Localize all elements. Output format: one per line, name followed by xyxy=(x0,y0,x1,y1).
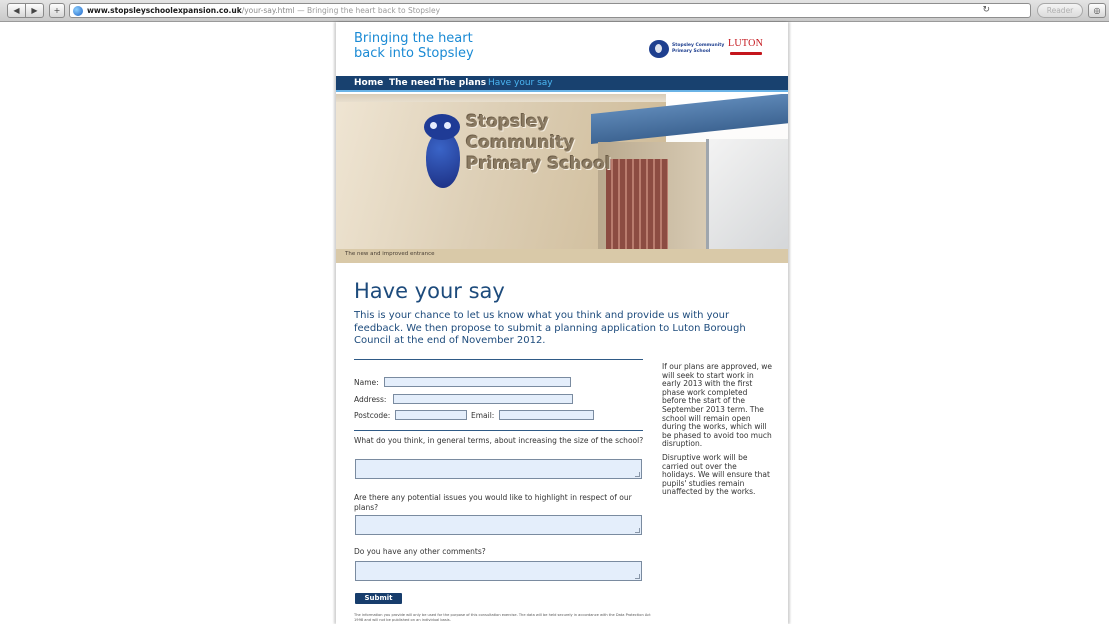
postcode-field[interactable] xyxy=(395,410,467,420)
council-logo-text: LUTON xyxy=(728,38,764,49)
owl-eye-right xyxy=(442,120,453,131)
downloads-button[interactable]: ◎ xyxy=(1088,3,1106,18)
nav-have-your-say[interactable]: Have your say xyxy=(488,76,553,91)
question-3-textarea[interactable] xyxy=(355,561,642,581)
page-container: Bringing the heart back into Stopsley St… xyxy=(336,22,788,624)
sidebar: If our plans are approved, we will seek … xyxy=(662,362,772,502)
data-protection-notice: The information you provide will only be… xyxy=(354,613,651,622)
council-logo-swoosh xyxy=(730,52,762,55)
school-logo-line-2: Primary School xyxy=(672,49,711,54)
hero-image: Stopsley Community Primary School The ne… xyxy=(336,94,788,263)
council-logo[interactable]: LUTON xyxy=(728,38,766,58)
sign-line-3: Primary School xyxy=(466,154,611,174)
divider-bottom xyxy=(354,430,643,431)
nav-home[interactable]: Home xyxy=(354,76,383,91)
back-button[interactable]: ◀ xyxy=(7,3,26,18)
tagline-line-1: Bringing the heart xyxy=(354,31,473,46)
forward-button[interactable]: ▶ xyxy=(26,3,44,18)
url-host: www.stopsleyschoolexpansion.co.uk xyxy=(87,6,242,15)
reader-button[interactable]: Reader xyxy=(1037,3,1083,18)
hero-glass-door xyxy=(706,139,788,254)
tagline-line-2: back into Stopsley xyxy=(354,46,474,61)
divider-top xyxy=(354,359,643,360)
sign-line-1: Stopsley xyxy=(466,112,549,132)
intro-text: This is your chance to let us know what … xyxy=(354,310,746,346)
sign-line-2: Community xyxy=(466,133,575,153)
sidebar-paragraph-1: If our plans are approved, we will seek … xyxy=(662,362,772,449)
name-label: Name: xyxy=(354,378,379,387)
main-nav: Home The need The plans Have your say xyxy=(336,76,788,92)
school-logo[interactable]: Stopsley Community Primary School xyxy=(649,40,729,58)
site-tagline[interactable]: Bringing the heart back into Stopsley xyxy=(354,31,554,61)
nav-the-need[interactable]: The need xyxy=(389,76,436,91)
owl-eye-left xyxy=(428,120,439,131)
sidebar-paragraph-2: Disruptive work will be carried out over… xyxy=(662,452,770,497)
url-text: www.stopsleyschoolexpansion.co.uk/your-s… xyxy=(87,4,440,17)
question-2: Are there any potential issues you would… xyxy=(354,493,632,512)
question-2-textarea[interactable] xyxy=(355,515,642,535)
nav-the-plans[interactable]: The plans xyxy=(437,76,486,91)
browser-toolbar: ◀ ▶ + www.stopsleyschoolexpansion.co.uk/… xyxy=(0,0,1109,22)
reload-icon[interactable]: ↻ xyxy=(982,4,990,17)
owl-body xyxy=(426,132,460,188)
name-field[interactable] xyxy=(384,377,571,387)
url-path: /your-say.html xyxy=(241,6,295,15)
email-label: Email: xyxy=(471,411,495,420)
globe-icon xyxy=(73,6,83,16)
question-1-textarea[interactable] xyxy=(355,459,642,479)
submit-form-button[interactable]: Submit form xyxy=(355,593,402,613)
address-field[interactable] xyxy=(393,394,573,404)
owl-sculpture-icon xyxy=(420,112,464,190)
address-label: Address: xyxy=(354,395,387,404)
page-heading: Have your say xyxy=(354,279,505,303)
question-1: What do you think, in general terms, abo… xyxy=(354,436,644,445)
email-field[interactable] xyxy=(499,410,594,420)
hero-school-sign: Stopsley Community Primary School xyxy=(466,112,611,175)
address-bar[interactable]: www.stopsleyschoolexpansion.co.uk/your-s… xyxy=(69,3,1031,18)
hero-caption: The new and improved entrance xyxy=(345,251,435,257)
school-logo-text: Stopsley Community Primary School xyxy=(672,43,724,55)
hero-slatted-panel xyxy=(606,159,668,249)
postcode-label: Postcode: xyxy=(354,411,391,420)
add-bookmark-button[interactable]: + xyxy=(49,3,65,18)
question-3: Do you have any other comments? xyxy=(354,547,486,556)
page-title: — Bringing the heart back to Stopsley xyxy=(297,6,441,15)
owl-logo-icon xyxy=(649,40,669,58)
